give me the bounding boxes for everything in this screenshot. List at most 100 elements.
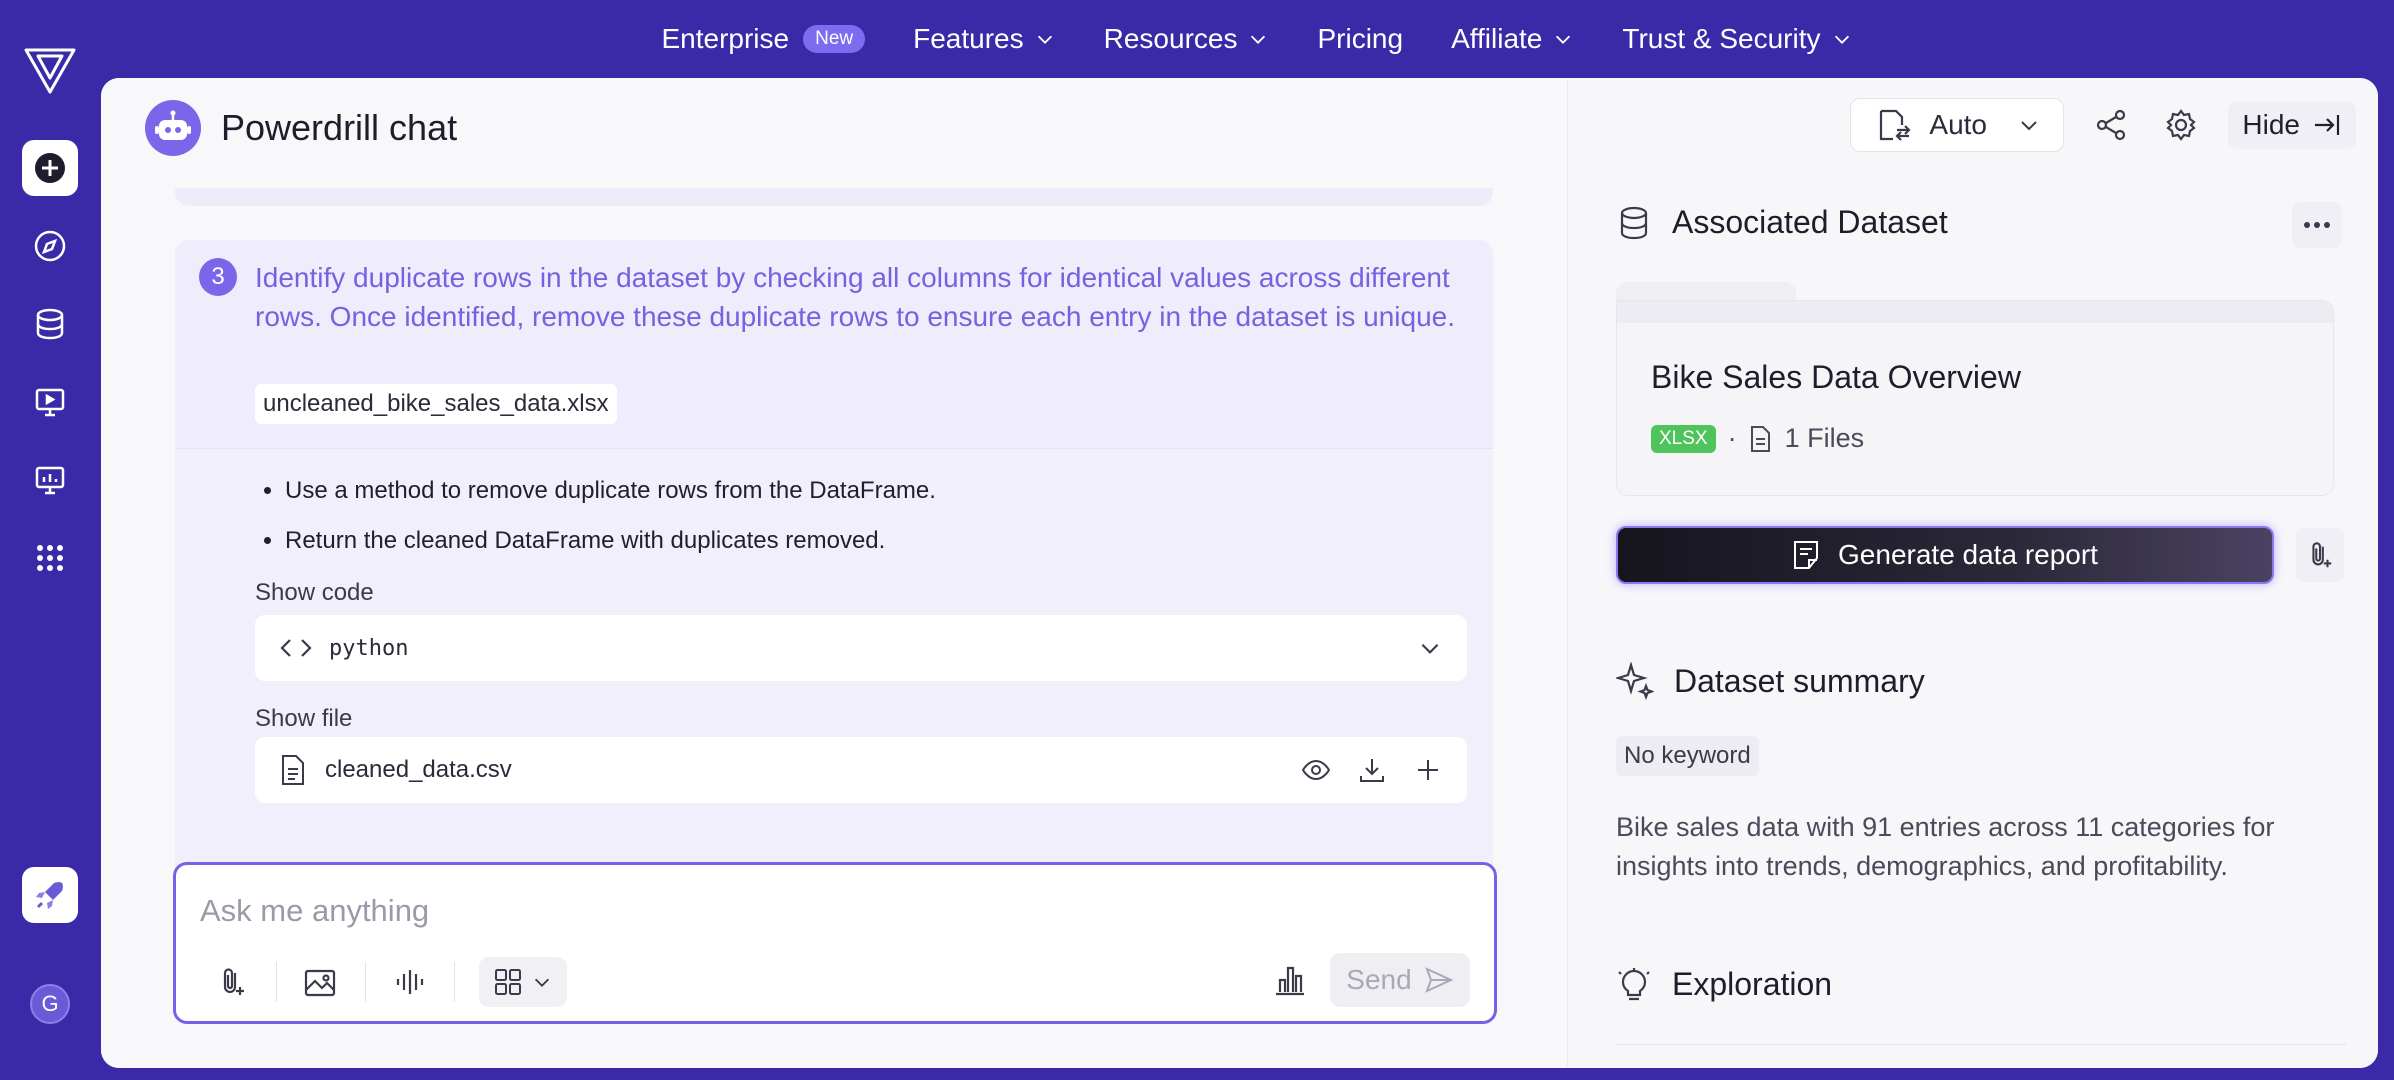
share-icon: [2097, 109, 2126, 141]
nav-affiliate[interactable]: Affiliate: [1451, 23, 1574, 55]
nav-features-label: Features: [913, 23, 1024, 54]
meta-separator: ·: [1727, 423, 1737, 453]
list-item: Use a method to remove duplicate rows fr…: [285, 477, 936, 505]
divider: [454, 962, 455, 1002]
more-options-button[interactable]: [2292, 202, 2342, 248]
nav-affiliate-label: Affiliate: [1451, 23, 1543, 54]
send-button[interactable]: Send: [1330, 953, 1470, 1007]
plus-icon[interactable]: [1413, 755, 1443, 785]
file-icon: [1750, 425, 1770, 452]
step-description: Identify duplicate rows in the dataset b…: [255, 262, 1456, 332]
exploration-header: Exploration: [1616, 966, 1832, 1003]
gear-icon: [2166, 109, 2197, 141]
dataset-card[interactable]: Bike Sales Data Overview XLSX · 1 Files: [1616, 282, 2334, 496]
associated-dataset-title: Associated Dataset: [1672, 204, 1948, 240]
divider: [276, 962, 277, 1002]
step-bullets: Use a method to remove duplicate rows fr…: [285, 477, 936, 577]
tools-menu-button[interactable]: [479, 957, 567, 1007]
dataset-summary-text: Bike sales data with 91 entries across 1…: [1616, 812, 2275, 881]
rail-datasets-button[interactable]: [22, 296, 78, 352]
keyword-chip: No keyword: [1616, 736, 1759, 776]
nav-pricing[interactable]: Pricing: [1317, 23, 1403, 55]
side-toolbar: Auto Hide: [1850, 98, 2356, 152]
voice-input-button[interactable]: [390, 962, 430, 1002]
divider: [365, 962, 366, 1002]
database-icon: [36, 308, 64, 340]
left-rail: G: [0, 0, 100, 1080]
more-horizontal-icon: [2304, 222, 2330, 228]
chat-composer[interactable]: Ask me anything Send: [173, 862, 1497, 1024]
lightbulb-icon: [1618, 967, 1650, 1000]
apps-grid-icon: [37, 545, 63, 571]
chevron-down-icon: [1834, 35, 1849, 44]
dataset-summary-header: Dataset summary: [1616, 662, 1925, 700]
dashboard-icon: [35, 466, 65, 495]
attach-dataset-button[interactable]: [2296, 528, 2344, 582]
report-icon: [1794, 541, 1819, 569]
nav-enterprise[interactable]: Enterprise New: [661, 23, 866, 55]
compass-icon: [34, 230, 66, 262]
code-language: python: [329, 635, 409, 661]
user-avatar[interactable]: G: [30, 984, 70, 1024]
mode-label: Auto: [1929, 109, 1988, 140]
composer-right-tools: Send: [1272, 953, 1470, 1007]
rail-dashboard-button[interactable]: [22, 452, 78, 508]
nav-resources-label: Resources: [1103, 23, 1238, 54]
rail-apps-button[interactable]: [22, 530, 78, 586]
list-item: Return the cleaned DataFrame with duplic…: [285, 527, 936, 555]
code-block-toggle[interactable]: python: [255, 615, 1467, 681]
presentation-icon: [35, 388, 65, 417]
nav-features[interactable]: Features: [913, 23, 1056, 55]
attach-file-button[interactable]: [212, 962, 252, 1002]
step-number: 3: [199, 258, 237, 296]
chevron-down-icon: [1037, 35, 1052, 44]
audio-wave-icon: [396, 970, 424, 994]
paperclip-icon: [2312, 542, 2332, 568]
nav-trust-label: Trust & Security: [1622, 23, 1821, 54]
download-icon[interactable]: [1357, 755, 1387, 785]
chat-panel: Powerdrill chat 3 Identify duplicate row…: [101, 78, 1567, 1068]
attach-image-button[interactable]: [301, 962, 341, 1002]
dataset-summary-title: Dataset summary: [1674, 662, 1925, 699]
output-file-row: cleaned_data.csv: [255, 737, 1467, 803]
powerdrill-logo-icon[interactable]: [22, 42, 78, 98]
rail-explore-button[interactable]: [22, 218, 78, 274]
step-body: Use a method to remove duplicate rows fr…: [175, 448, 1493, 906]
previous-step-card: [175, 188, 1493, 206]
step-card: 3 Identify duplicate rows in the dataset…: [175, 240, 1493, 906]
nav-resources[interactable]: Resources: [1104, 23, 1270, 55]
hide-panel-button[interactable]: Hide: [2228, 101, 2356, 149]
upgrade-button[interactable]: [22, 867, 78, 923]
chevron-down-icon: [2021, 121, 2038, 131]
chat-title: Powerdrill chat: [221, 107, 458, 148]
rail-presentations-button[interactable]: [22, 374, 78, 430]
image-icon: [304, 969, 336, 997]
new-badge: New: [803, 25, 866, 53]
nav-trust-security[interactable]: Trust & Security: [1622, 23, 1852, 55]
grid-icon: [495, 969, 521, 995]
associated-dataset-header: Associated Dataset: [1616, 204, 1948, 241]
top-navigation: Enterprise New Features Resources Pricin…: [0, 0, 2394, 78]
collapse-right-icon: [2315, 115, 2340, 135]
rocket-icon: [36, 882, 63, 909]
eye-icon[interactable]: [1301, 755, 1331, 785]
chevron-down-icon: [1421, 643, 1439, 654]
share-button[interactable]: [2088, 102, 2134, 148]
dataset-meta: XLSX · 1 Files: [1651, 423, 1864, 454]
folder-band: [1617, 301, 2333, 323]
bot-avatar: [145, 100, 201, 156]
chat-input[interactable]: Ask me anything: [200, 893, 429, 929]
add-icon: [35, 153, 65, 183]
source-file-chip[interactable]: uncleaned_bike_sales_data.xlsx: [255, 384, 617, 424]
bar-chart-icon[interactable]: [1272, 962, 1308, 998]
show-file-label: Show file: [255, 705, 353, 732]
nav-enterprise-label: Enterprise: [661, 23, 790, 54]
settings-button[interactable]: [2158, 102, 2204, 148]
mode-select[interactable]: Auto: [1850, 98, 2065, 152]
output-file-name[interactable]: cleaned_data.csv: [325, 756, 512, 784]
generate-report-label: Generate data report: [1838, 539, 2098, 570]
chevron-down-icon: [1251, 35, 1266, 44]
auto-mode-icon: [1880, 109, 1911, 141]
new-chat-button[interactable]: [22, 140, 78, 196]
generate-report-button[interactable]: Generate data report: [1616, 526, 2274, 584]
